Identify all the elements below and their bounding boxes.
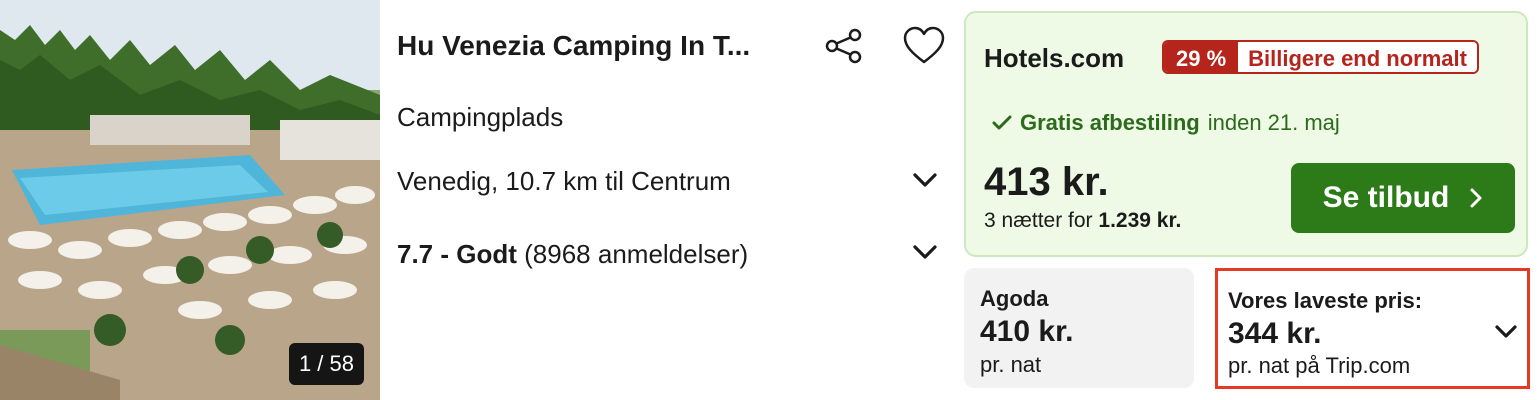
deal-provider: Hotels.com: [984, 43, 1125, 73]
lowest-price: 344 kr.: [1228, 317, 1322, 350]
listing-info: Hu Venezia Camping In T... Campingplads …: [397, 0, 945, 400]
deal-price: 413 kr.: [984, 160, 1109, 204]
photo-counter: 1 / 58: [288, 343, 364, 385]
check-icon: [992, 115, 1012, 130]
see-offer-label: Se tilbud: [1322, 181, 1450, 214]
alt-price: 410 kr.: [980, 315, 1074, 348]
accommodation-type: Campingplads: [397, 102, 564, 132]
discount-percent: 29 %: [1164, 42, 1239, 72]
review-count: (8968 anmeldelser): [524, 239, 749, 269]
heart-icon[interactable]: [902, 26, 946, 66]
cancellation-label: Gratis afbestiling: [1020, 110, 1200, 135]
see-offer-button[interactable]: Se tilbud: [1291, 163, 1515, 233]
discount-text: Billigere end normalt: [1238, 42, 1477, 72]
chevron-down-icon[interactable]: [911, 242, 939, 262]
nights-prefix: 3 nætter for: [984, 209, 1093, 232]
total-price: 1.239 kr.: [1098, 209, 1182, 232]
chevron-down-icon[interactable]: [1494, 324, 1518, 340]
alt-per-night: pr. nat: [980, 352, 1042, 377]
chevron-right-icon: [1470, 188, 1482, 208]
share-icon[interactable]: [824, 28, 864, 64]
rating-summary[interactable]: 7.7 - Godt (8968 anmeldelser): [397, 239, 748, 270]
free-cancellation: Gratis afbestiling inden 21. maj: [992, 110, 1340, 136]
alt-offer-card[interactable]: Agoda 410 kr. pr. nat: [964, 268, 1194, 388]
stay-total: 3 nætter for 1.239 kr.: [984, 209, 1181, 233]
chevron-down-icon[interactable]: [911, 170, 939, 190]
rating-score: 7.7 - Godt: [397, 239, 517, 269]
lowest-price-label: Vores laveste pris:: [1228, 288, 1423, 313]
location-text[interactable]: Venedig, 10.7 km til Centrum: [397, 166, 731, 197]
hotel-photo[interactable]: 1 / 58: [0, 0, 380, 400]
pool-image: [0, 0, 380, 400]
lowest-price-card[interactable]: Vores laveste pris: 344 kr. pr. nat på T…: [1215, 268, 1530, 389]
discount-badge: 29 % Billigere end normalt: [1162, 40, 1479, 74]
lowest-price-source: pr. nat på Trip.com: [1228, 353, 1411, 378]
hotel-title[interactable]: Hu Venezia Camping In T...: [397, 30, 812, 62]
top-deal-card[interactable]: Hotels.com 29 % Billigere end normalt Gr…: [964, 11, 1528, 257]
cancellation-deadline: inden 21. maj: [1207, 110, 1340, 135]
alt-provider: Agoda: [980, 286, 1049, 311]
